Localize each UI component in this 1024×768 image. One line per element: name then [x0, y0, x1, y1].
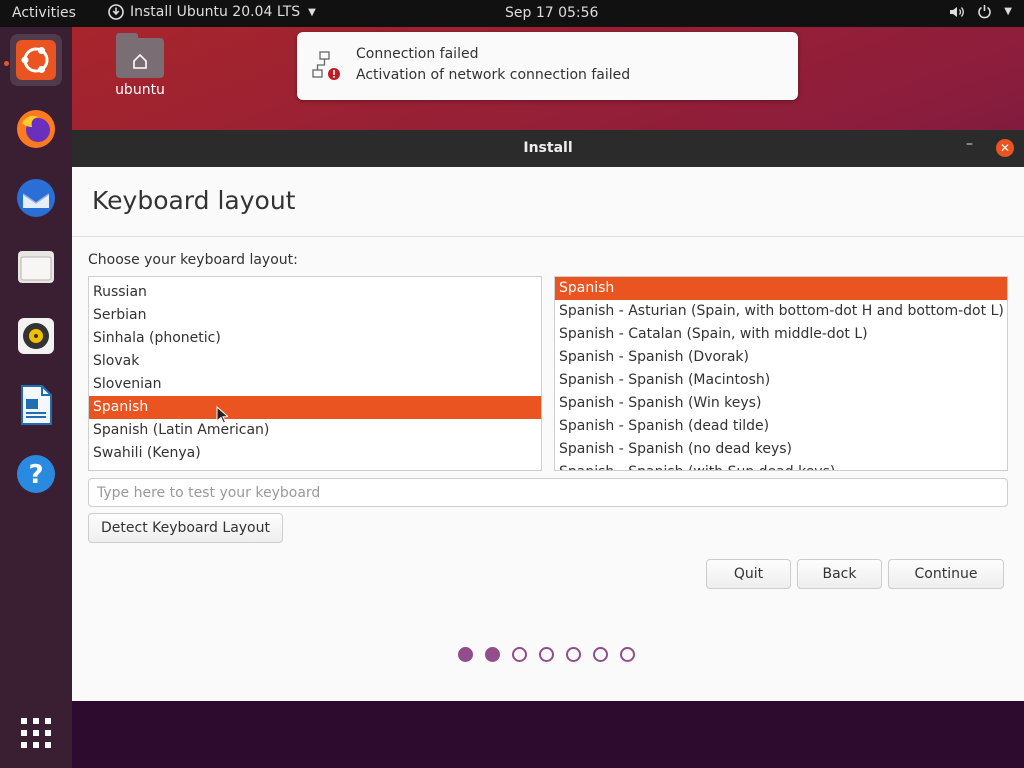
app-menu-label: Install Ubuntu 20.04 LTS: [130, 4, 301, 20]
keyboard-variant-item[interactable]: Spanish - Catalan (Spain, with middle-do…: [555, 323, 1007, 346]
keyboard-layout-item[interactable]: Slovenian: [89, 373, 541, 396]
installer-download-icon: [108, 4, 124, 20]
keyboard-layout-item[interactable]: Spanish (Latin American): [89, 419, 541, 442]
back-button[interactable]: Back: [797, 559, 882, 589]
keyboard-layout-rows: Russian Serbian Sinhala (phonetic) Slovak Sl…: [89, 277, 541, 465]
activities-button[interactable]: Activities: [12, 5, 76, 21]
window-titlebar[interactable]: Install – ✕: [72, 130, 1024, 167]
keyboard-variant-rows: Spanish Spanish - Asturian (Spain, with b…: [555, 277, 1007, 470]
keyboard-layout-item[interactable]: Sinhala (phonetic): [89, 327, 541, 350]
mouse-cursor-icon: [216, 406, 228, 424]
keyboard-variant-item[interactable]: Spanish - Asturian (Spain, with bottom-d…: [555, 300, 1007, 323]
dock-item-writer[interactable]: [10, 379, 62, 431]
progress-dot: [620, 647, 635, 662]
dock-item-rhythmbox[interactable]: [10, 310, 62, 362]
install-window: Install – ✕ Keyboard layout Choose your …: [72, 130, 1024, 701]
rhythmbox-icon: [18, 318, 54, 354]
progress-dots: [458, 647, 635, 662]
dock-item-help[interactable]: ?: [10, 448, 62, 500]
progress-dot: [512, 647, 527, 662]
running-indicator: [4, 61, 9, 66]
close-icon: ✕: [999, 141, 1011, 155]
help-icon: ?: [17, 455, 55, 493]
desktop-home-folder[interactable]: ubuntu: [110, 33, 170, 98]
ubuntu-installer-icon: [16, 40, 56, 80]
keyboard-test-input[interactable]: [88, 478, 1008, 507]
top-bar: Activities Install Ubuntu 20.04 LTS ▼ Se…: [0, 0, 1024, 27]
keyboard-variant-item[interactable]: Spanish - Spanish (with Sun dead keys): [555, 461, 1007, 470]
svg-text:?: ?: [28, 460, 43, 490]
thunderbird-icon: [17, 179, 55, 217]
close-button[interactable]: ✕: [996, 139, 1014, 157]
home-folder-icon: [116, 33, 164, 78]
home-icon: [133, 53, 147, 69]
keyboard-layout-list[interactable]: Russian Serbian Sinhala (phonetic) Slovak Sl…: [88, 276, 542, 471]
app-menu[interactable]: Install Ubuntu 20.04 LTS ▼: [108, 4, 316, 20]
keyboard-layout-item[interactable]: Russian: [89, 281, 541, 304]
dock: ?: [0, 27, 72, 768]
notification-body: Activation of network connection failed: [356, 67, 631, 83]
keyboard-variant-item[interactable]: Spanish - Spanish (no dead keys): [555, 438, 1007, 461]
keyboard-variant-item[interactable]: Spanish - Spanish (dead tilde): [555, 415, 1007, 438]
progress-dot: [458, 647, 473, 662]
chevron-down-icon: ▼: [1004, 6, 1012, 17]
show-applications-icon: [21, 718, 51, 748]
header-divider: [72, 236, 1024, 237]
libreoffice-writer-icon: [21, 385, 52, 425]
volume-icon: [950, 6, 965, 17]
quit-button[interactable]: Quit: [706, 559, 791, 589]
keyboard-variant-item[interactable]: Spanish: [555, 277, 1007, 300]
keyboard-variant-item[interactable]: Spanish - Spanish (Dvorak): [555, 346, 1007, 369]
dock-item-files[interactable]: [10, 241, 62, 293]
keyboard-layout-item[interactable]: Serbian: [89, 304, 541, 327]
desktop-icon-label: ubuntu: [115, 82, 165, 98]
progress-dot: [593, 647, 608, 662]
dock-item-firefox[interactable]: [10, 103, 62, 155]
power-icon: [978, 5, 992, 19]
progress-dot: [539, 647, 554, 662]
notification-banner[interactable]: Connection failed Activation of network …: [297, 32, 798, 100]
progress-dot: [485, 647, 500, 662]
window-title: Install: [523, 140, 573, 156]
keyboard-layout-item[interactable]: Swahili (Kenya): [89, 442, 541, 465]
desktop-bottom: [72, 701, 1024, 768]
minimize-button[interactable]: –: [966, 136, 982, 152]
network-error-icon: [312, 51, 340, 80]
detect-keyboard-layout-button[interactable]: Detect Keyboard Layout: [88, 513, 283, 543]
layout-list-label: Choose your keyboard layout:: [88, 252, 298, 268]
clock[interactable]: Sep 17 05:56: [505, 5, 598, 21]
system-tray[interactable]: ▼: [949, 4, 1012, 19]
keyboard-layout-item[interactable]: Slovak: [89, 350, 541, 373]
dock-item-installer[interactable]: [10, 34, 62, 86]
firefox-icon: [17, 110, 55, 148]
keyboard-variant-list[interactable]: Spanish Spanish - Asturian (Spain, with b…: [554, 276, 1008, 471]
files-icon: [18, 251, 54, 283]
dock-show-apps[interactable]: [10, 707, 62, 759]
dock-item-thunderbird[interactable]: [10, 172, 62, 224]
page-title: Keyboard layout: [92, 186, 296, 215]
progress-dot: [566, 647, 581, 662]
notification-title: Connection failed: [356, 46, 479, 62]
continue-button[interactable]: Continue: [888, 559, 1004, 589]
keyboard-variant-item[interactable]: Spanish - Spanish (Win keys): [555, 392, 1007, 415]
keyboard-variant-item[interactable]: Spanish - Spanish (Macintosh): [555, 369, 1007, 392]
chevron-down-icon: ▼: [308, 6, 316, 18]
keyboard-layout-item[interactable]: Spanish: [89, 396, 541, 419]
